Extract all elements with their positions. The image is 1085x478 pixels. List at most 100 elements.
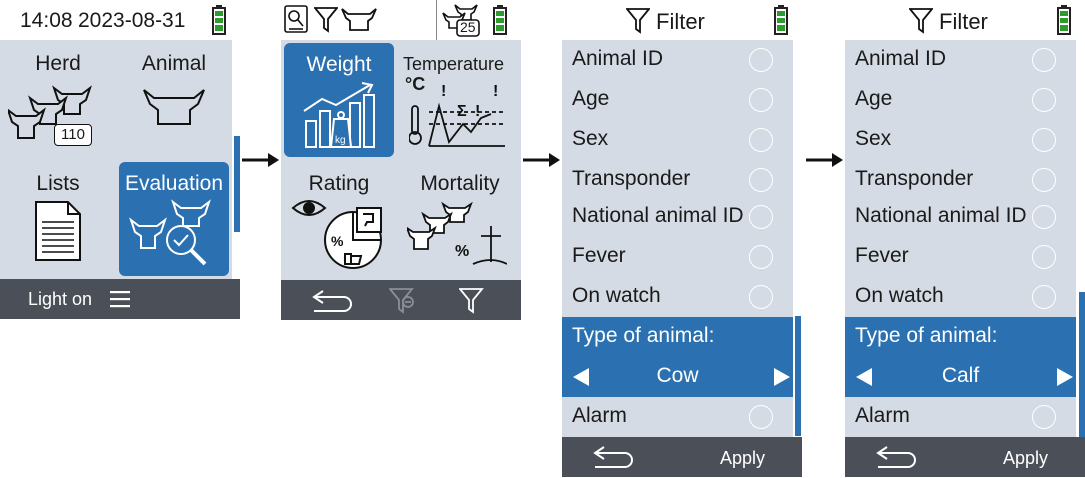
radio-button[interactable] [1032,88,1056,112]
filter-option[interactable]: Transponder [845,160,1076,200]
radio-button[interactable] [1032,168,1056,192]
radio-button[interactable] [1032,128,1056,152]
selector-value: Cow [656,364,699,387]
filter-icon [626,7,650,35]
bottom-bar: Apply [562,437,802,477]
radio-button[interactable] [749,205,773,229]
tile-label: Rating [308,172,370,195]
bottom-bar: Light on [0,279,240,319]
tile-label: Temperature [403,54,505,74]
selector-label: Type of animal: [855,324,998,347]
filter-list: Animal ID Age Sex Transponder National a… [562,40,793,437]
screen-filter-cow: Filter Animal ID Age Sex Transponder Nat… [562,0,802,478]
radio-button[interactable] [749,245,773,269]
radio-button[interactable] [749,405,773,429]
tile-weight[interactable]: Weight kg [284,43,394,157]
type-of-animal-selector[interactable]: Type of animal: Calf [845,317,1076,397]
type-of-animal-selector[interactable]: Type of animal: Cow [562,317,793,397]
apply-button[interactable]: Apply [1003,448,1048,469]
filter-option[interactable]: Animal ID [562,40,793,80]
filter-option-label: Sex [572,127,609,150]
filter-option-label: Age [855,87,893,110]
filter-icon[interactable] [314,6,338,34]
radio-button[interactable] [749,88,773,112]
tile-rating[interactable]: Rating % [281,160,397,280]
tile-herd[interactable]: Herd 110 [0,40,116,160]
filter-option[interactable]: Fever [562,237,793,277]
bottom-bar [281,280,521,320]
light-toggle[interactable]: Light on [28,289,92,310]
back-arrow-icon[interactable] [592,445,636,469]
radio-button[interactable] [1032,205,1056,229]
filter-option[interactable]: Alarm [845,397,1076,437]
tile-temperature[interactable]: Temperature °C ! Σ ! ! [399,40,521,160]
radio-button[interactable] [1032,48,1056,72]
arrow-right-icon[interactable] [773,367,791,387]
svg-text:!: ! [493,83,498,100]
scrollbar[interactable] [234,136,240,232]
filter-remove-icon[interactable] [389,287,415,315]
herd-count: 110 [61,126,85,143]
filter-option[interactable]: Animal ID [845,40,1076,80]
weight-chart-icon: kg [302,81,378,149]
svg-text:%: % [331,233,344,249]
status-bar: 14:08 2023-08-31 [0,0,240,40]
screen-evaluation: 25 Weight kg Temperature °C ! Σ ! ! Rati… [281,0,521,478]
tile-label: Evaluation [124,172,224,195]
filter-option[interactable]: Sex [845,120,1076,160]
tile-label: Lists [36,172,80,195]
filter-option-label: Transponder [572,167,691,190]
radio-button[interactable] [1032,285,1056,309]
tile-label: Mortality [420,172,500,195]
document-list-icon [34,200,82,262]
bottom-bar: Apply [845,437,1085,477]
tile-evaluation[interactable]: Evaluation [119,162,229,276]
tile-lists[interactable]: Lists [0,160,116,280]
filter-option-label: Age [572,87,610,110]
radio-button[interactable] [749,48,773,72]
arrow-right-icon[interactable] [1056,367,1074,387]
arrow-right-icon [523,150,561,170]
filter-option[interactable]: Age [562,80,793,120]
screen-main-menu: 14:08 2023-08-31 Herd 110 Animal Lists E… [0,0,240,478]
temperature-icon: ! Σ ! ! [409,82,509,150]
filter-option-label: Fever [855,244,909,267]
radio-button[interactable] [749,285,773,309]
filter-option[interactable]: On watch [845,277,1076,317]
filter-option[interactable]: On watch [562,277,793,317]
herd-count: 25 [460,19,476,35]
back-arrow-icon[interactable] [311,289,355,313]
radio-button[interactable] [1032,405,1056,429]
hamburger-menu-icon[interactable] [110,290,132,308]
clock-time: 14:08 [20,9,73,32]
tile-animal[interactable]: Animal [116,40,232,160]
tile-mortality[interactable]: Mortality % [399,160,521,280]
filter-option[interactable]: Age [845,80,1076,120]
filter-option[interactable]: Transponder [562,160,793,200]
apply-button[interactable]: Apply [720,448,765,469]
filter-option[interactable]: National animal ID [845,197,1076,237]
radio-button[interactable] [749,128,773,152]
search-settings-icon[interactable] [284,5,308,33]
tile-label: Herd [35,52,81,75]
radio-button[interactable] [1032,245,1056,269]
herd-count-badge: 110 [54,124,92,146]
back-arrow-icon[interactable] [875,445,919,469]
filter-option[interactable]: Alarm [562,397,793,437]
selector-value: Calf [941,364,980,387]
filter-list: Animal ID Age Sex Transponder National a… [845,40,1076,437]
battery-icon [774,5,788,35]
filter-option[interactable]: National animal ID [562,197,793,237]
radio-button[interactable] [749,168,773,192]
filter-option[interactable]: Sex [562,120,793,160]
evaluation-grid: Weight kg Temperature °C ! Σ ! ! Rating … [281,40,521,280]
clock-date: 2023-08-31 [78,9,186,32]
filter-option-label: National animal ID [572,204,744,227]
filter-icon[interactable] [459,287,485,315]
scrollbar[interactable] [795,316,801,436]
selector-label: Type of animal: [572,324,715,347]
rating-icon: % [291,198,387,272]
scrollbar[interactable] [1079,292,1085,437]
svg-text:Σ: Σ [457,103,467,120]
filter-option[interactable]: Fever [845,237,1076,277]
